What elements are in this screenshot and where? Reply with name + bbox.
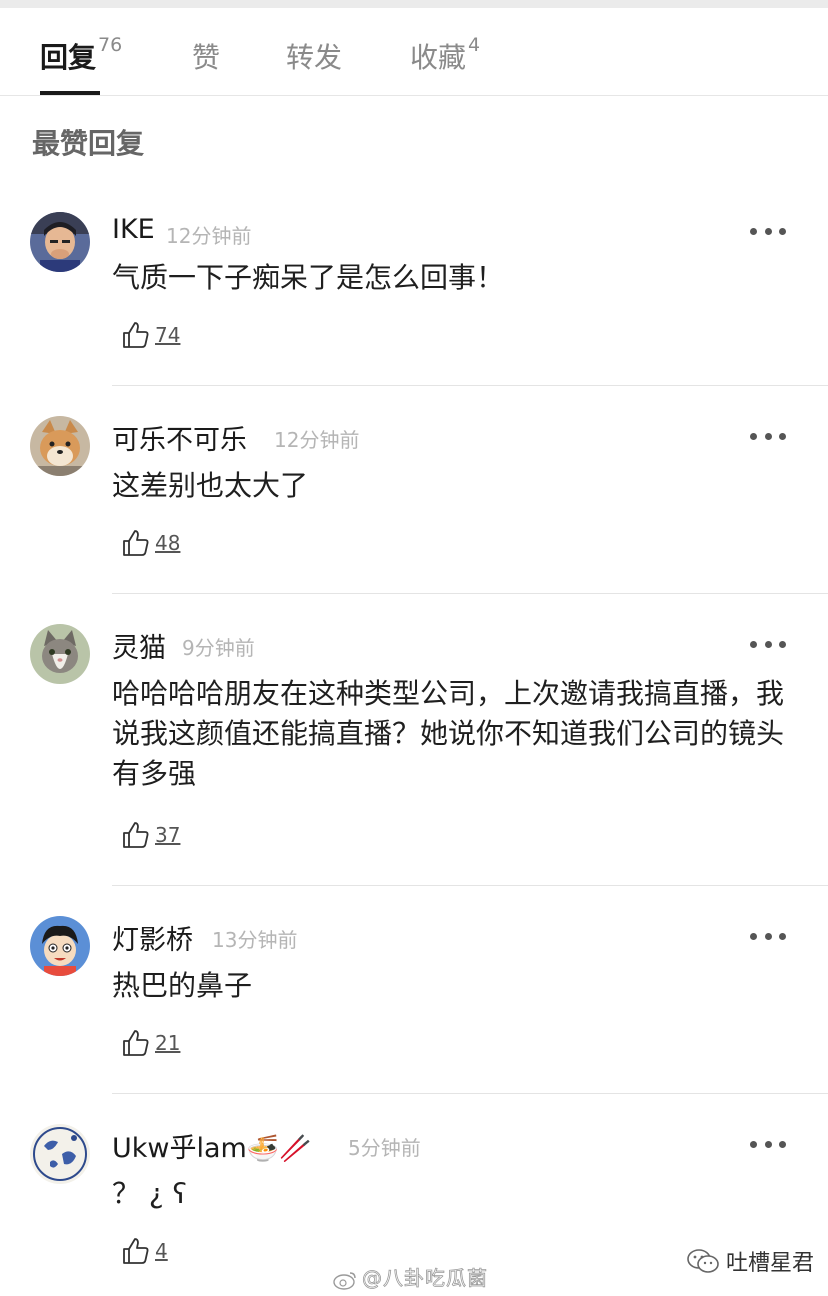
globe-avatar[interactable]: [30, 1124, 90, 1184]
like-count: 4: [155, 1239, 168, 1263]
shiba-dog-avatar[interactable]: [30, 416, 90, 476]
like-button[interactable]: 37: [120, 818, 180, 852]
like-button[interactable]: 4: [120, 1234, 168, 1268]
username-text: Ukw乎lam: [112, 1133, 247, 1164]
comment-text: 气质一下子痴呆了是怎么回事！: [112, 261, 505, 294]
comment-text: ？ ¿ ʕ: [112, 1177, 187, 1210]
username[interactable]: IKE: [112, 214, 155, 245]
more-options-icon[interactable]: [750, 634, 786, 654]
tab-bar: 回复 76 赞 转发 收藏 4: [0, 8, 828, 96]
username[interactable]: 可乐不可乐: [112, 418, 247, 457]
thumbs-up-icon: [123, 530, 149, 556]
tab-label: 转发: [286, 41, 343, 74]
wechat-icon: [686, 1248, 720, 1274]
timestamp: 13分钟前: [212, 928, 298, 952]
comment-text: 热巴的鼻子: [112, 969, 253, 1002]
like-button[interactable]: 21: [120, 1026, 180, 1060]
divider: [112, 593, 828, 594]
thumbs-up-icon: [123, 822, 149, 848]
corner-logo: 吐槽星君: [682, 1244, 819, 1278]
tab-favorites[interactable]: 收藏 4: [410, 34, 481, 76]
comment-text: 哈哈哈哈朋友在这种类型公司，上次邀请我搞直播，我说我这颜值还能搞直播？她说你不知…: [112, 677, 785, 790]
tab-reposts[interactable]: 转发: [286, 36, 342, 76]
more-options-icon[interactable]: [750, 426, 786, 446]
thumbs-up-icon: [123, 1030, 149, 1056]
more-options-icon[interactable]: [750, 1134, 786, 1154]
more-options-icon[interactable]: [750, 221, 786, 241]
thumbs-up-icon: [123, 1238, 149, 1264]
tab-replies[interactable]: 回复 76: [40, 34, 123, 76]
timestamp: 5分钟前: [348, 1136, 421, 1160]
tab-count: 76: [98, 34, 123, 56]
corner-logo-text: 吐槽星君: [726, 1251, 815, 1276]
thumbs-up-icon: [123, 322, 149, 348]
cartoon-boy-avatar[interactable]: [30, 916, 90, 976]
timestamp: 12分钟前: [166, 224, 252, 248]
more-options-icon[interactable]: [750, 926, 786, 946]
like-button[interactable]: 74: [120, 318, 180, 352]
timestamp: 12分钟前: [274, 428, 360, 452]
tab-label: 赞: [192, 41, 221, 74]
username[interactable]: 灯影桥: [112, 918, 193, 957]
comment-text: 这差别也太大了: [112, 469, 309, 502]
active-tab-indicator: [40, 91, 100, 95]
username-emoji: 🍜🥢: [246, 1134, 312, 1164]
tab-label: 收藏: [410, 41, 467, 74]
watermark: @八卦吃瓜菌: [332, 1262, 488, 1291]
tab-likes[interactable]: 赞: [192, 36, 220, 76]
like-count: 37: [155, 823, 181, 847]
username[interactable]: 灵猫: [112, 626, 166, 665]
tab-count: 4: [468, 34, 481, 56]
divider: [112, 1093, 828, 1094]
tab-label: 回复: [40, 41, 97, 74]
status-strip: [0, 0, 828, 8]
like-button[interactable]: 48: [120, 526, 180, 560]
divider: [112, 885, 828, 886]
like-count: 48: [155, 531, 181, 555]
like-count: 74: [155, 323, 181, 347]
divider: [112, 385, 828, 386]
like-count: 21: [155, 1031, 181, 1055]
cat-avatar[interactable]: [30, 624, 90, 684]
weibo-icon: [332, 1270, 358, 1290]
timestamp: 9分钟前: [182, 636, 255, 660]
watermark-text: @八卦吃瓜菌: [362, 1266, 488, 1291]
section-title: 最赞回复: [32, 127, 145, 160]
man-avatar[interactable]: [30, 212, 90, 272]
username[interactable]: Ukw乎lam🍜🥢: [112, 1126, 312, 1165]
